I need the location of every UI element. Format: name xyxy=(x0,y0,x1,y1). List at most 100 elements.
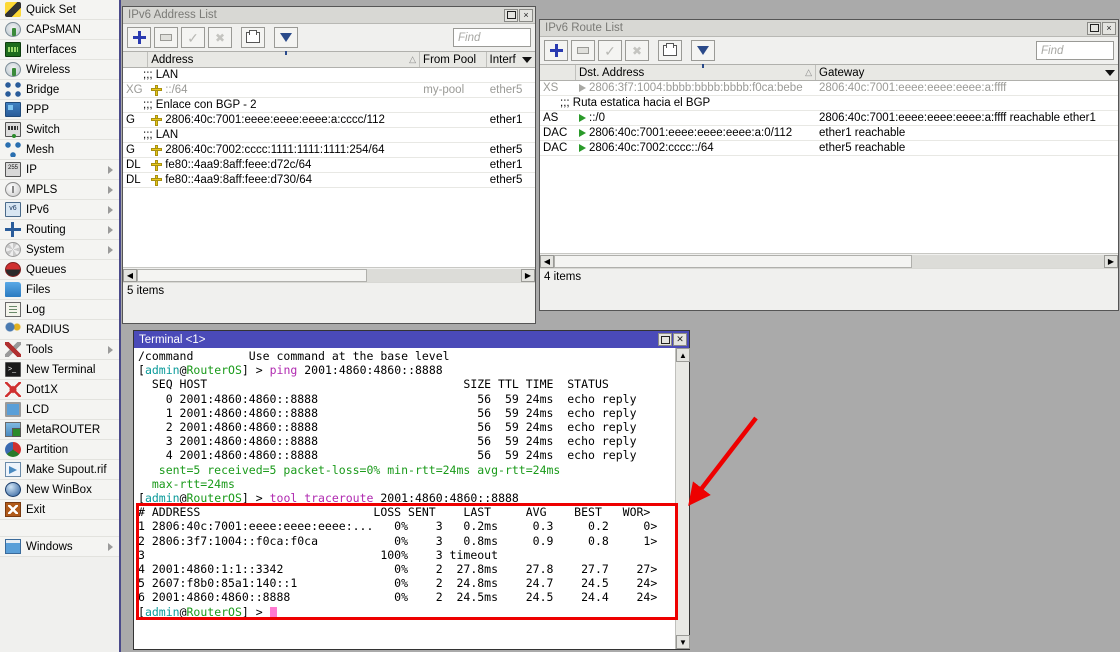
sidebar-item-make-supout-rif[interactable]: Make Supout.rif xyxy=(0,460,119,480)
add-button[interactable] xyxy=(127,27,151,48)
sidebar-item-files[interactable]: Files xyxy=(0,280,119,300)
sidebar-item-radius[interactable]: RADIUS xyxy=(0,320,119,340)
sidebar-item-dot1x[interactable]: Dot1X xyxy=(0,380,119,400)
scroll-left-icon[interactable]: ◀ xyxy=(540,255,554,268)
table-row[interactable]: DAC2806:40c:7002:cccc::/64ether5 reachab… xyxy=(540,141,1118,156)
hscroll-thumb[interactable] xyxy=(554,255,912,268)
terminal-line: /command Use command at the base level xyxy=(138,349,675,363)
filter-icon xyxy=(697,46,709,55)
terminal-text: RouterOS xyxy=(187,605,242,619)
sidebar-item-log[interactable]: Log xyxy=(0,300,119,320)
scroll-up-icon[interactable]: ▲ xyxy=(676,348,690,362)
column-gateway[interactable]: Gateway xyxy=(816,65,1102,80)
maximize-button[interactable] xyxy=(504,9,518,22)
terminal-vscrollbar[interactable]: ▲ ▼ xyxy=(675,348,689,649)
close-icon[interactable]: ✕ xyxy=(673,333,687,346)
add-button[interactable] xyxy=(544,40,568,61)
column-dst-address[interactable]: Dst. Address △ xyxy=(576,65,816,80)
maximize-button[interactable] xyxy=(658,333,672,346)
column-interface[interactable]: Interf xyxy=(487,52,520,67)
disable-button[interactable]: ✖ xyxy=(208,27,232,48)
sidebar-item-new-terminal[interactable]: >_New Terminal xyxy=(0,360,119,380)
column-flags[interactable] xyxy=(123,52,148,67)
scroll-down-icon[interactable]: ▼ xyxy=(676,635,690,649)
terminal-text: RouterOS xyxy=(187,491,242,505)
remove-button[interactable] xyxy=(154,27,178,48)
filter-button[interactable] xyxy=(274,27,298,48)
sidebar-item-partition[interactable]: Partition xyxy=(0,440,119,460)
table-row[interactable]: AS::/02806:40c:7001:eeee:eeee:eeee:a:fff… xyxy=(540,111,1118,126)
sidebar-item-bridge[interactable]: Bridge xyxy=(0,80,119,100)
winbox-icon xyxy=(5,482,21,497)
table-comment-row[interactable]: ;;; LAN xyxy=(123,128,535,143)
chevron-right-icon xyxy=(108,166,113,174)
sidebar-item-mesh[interactable]: Mesh xyxy=(0,140,119,160)
column-from-pool[interactable]: From Pool xyxy=(420,52,486,67)
terminal-text: 6 2001:4860:4860::8888 0% 2 24.5ms 24.5 … xyxy=(138,590,657,604)
table-row[interactable]: DAC2806:40c:7001:eeee:eeee:eeee:a:0/112e… xyxy=(540,126,1118,141)
enable-button[interactable]: ✓ xyxy=(181,27,205,48)
dot1x-icon xyxy=(5,382,21,397)
sidebar-item-metarouter[interactable]: MetaROUTER xyxy=(0,420,119,440)
sidebar-item-interfaces[interactable]: Interfaces xyxy=(0,40,119,60)
sidebar-item-wireless[interactable]: Wireless xyxy=(0,60,119,80)
terminal-text: sent=5 received=5 packet-loss=0% min-rtt… xyxy=(138,463,560,477)
route-window-titlebar[interactable]: IPv6 Route List × xyxy=(540,20,1118,37)
terminal-text: [ xyxy=(138,605,145,619)
table-row[interactable]: G2806:40c:7002:cccc:1111:1111:1111:254/6… xyxy=(123,143,535,158)
chevron-down-icon xyxy=(1105,70,1115,76)
terminal-output[interactable]: /command Use command at the base level[a… xyxy=(134,348,675,649)
route-hscrollbar[interactable]: ◀ ▶ xyxy=(540,253,1118,268)
sidebar-item-quick-set[interactable]: Quick Set xyxy=(0,0,119,20)
sidebar-item-lcd[interactable]: LCD xyxy=(0,400,119,420)
sidebar-item-windows[interactable]: Windows xyxy=(0,537,119,557)
sidebar-item-ipv6[interactable]: v6IPv6 xyxy=(0,200,119,220)
hscroll-thumb[interactable] xyxy=(137,269,367,282)
enable-button[interactable]: ✓ xyxy=(598,40,622,61)
table-row[interactable]: DLfe80::4aa9:8aff:feee:d72c/64ether1 xyxy=(123,158,535,173)
maximize-button[interactable] xyxy=(1087,22,1101,35)
comment-button[interactable] xyxy=(658,40,682,61)
sidebar-item-routing[interactable]: Routing xyxy=(0,220,119,240)
table-comment-row[interactable]: ;;; Ruta estatica hacia el BGP xyxy=(540,96,1118,111)
disable-button[interactable]: ✖ xyxy=(625,40,649,61)
find-input[interactable]: Find xyxy=(453,28,531,47)
scroll-left-icon[interactable]: ◀ xyxy=(123,269,137,282)
table-row[interactable]: XG::/64my-poolether5 xyxy=(123,83,535,98)
column-flags[interactable] xyxy=(540,65,576,80)
hscroll-track[interactable] xyxy=(554,255,1104,268)
comment-button[interactable] xyxy=(241,27,265,48)
sidebar-item-label: IP xyxy=(26,164,37,176)
sidebar-item-new-winbox[interactable]: New WinBox xyxy=(0,480,119,500)
filter-button[interactable] xyxy=(691,40,715,61)
table-row[interactable]: XS2806:3f7:1004:bbbb:bbbb:bbbb:f0ca:bebe… xyxy=(540,81,1118,96)
scroll-right-icon[interactable]: ▶ xyxy=(1104,255,1118,268)
address-window-titlebar[interactable]: IPv6 Address List × xyxy=(123,7,535,24)
scroll-right-icon[interactable]: ▶ xyxy=(521,269,535,282)
table-comment-row[interactable]: ;;; Enlace con BGP - 2 xyxy=(123,98,535,113)
row-address: 2806:40c:7002:cccc:1111:1111:1111:254/64 xyxy=(165,144,384,156)
close-icon[interactable]: × xyxy=(519,9,533,22)
sidebar-item-ip[interactable]: 255IP xyxy=(0,160,119,180)
column-menu-button[interactable] xyxy=(519,52,535,67)
row-gateway: 2806:40c:7001:eeee:eeee:eeee:a:ffff reac… xyxy=(816,112,1102,124)
sidebar-item-system[interactable]: System xyxy=(0,240,119,260)
remove-button[interactable] xyxy=(571,40,595,61)
terminal-text: @ xyxy=(180,363,187,377)
table-row[interactable]: DLfe80::4aa9:8aff:feee:d730/64ether5 xyxy=(123,173,535,188)
sidebar-item-ppp[interactable]: PPP xyxy=(0,100,119,120)
hscroll-track[interactable] xyxy=(137,269,521,282)
sidebar-item-switch[interactable]: Switch xyxy=(0,120,119,140)
sidebar-item-capsman[interactable]: CAPsMAN xyxy=(0,20,119,40)
close-icon[interactable]: × xyxy=(1102,22,1116,35)
terminal-titlebar[interactable]: Terminal <1> ✕ xyxy=(134,331,689,348)
table-comment-row[interactable]: ;;; LAN xyxy=(123,68,535,83)
table-row[interactable]: G2806:40c:7001:eeee:eeee:eeee:a:cccc/112… xyxy=(123,113,535,128)
sidebar-item-mpls[interactable]: MPLS xyxy=(0,180,119,200)
sidebar-item-tools[interactable]: Tools xyxy=(0,340,119,360)
column-menu-button[interactable] xyxy=(1102,65,1118,80)
sidebar-item-queues[interactable]: Queues xyxy=(0,260,119,280)
sidebar-item-exit[interactable]: Exit xyxy=(0,500,119,520)
find-input[interactable]: Find xyxy=(1036,41,1114,60)
address-hscrollbar[interactable]: ◀ ▶ xyxy=(123,267,535,282)
